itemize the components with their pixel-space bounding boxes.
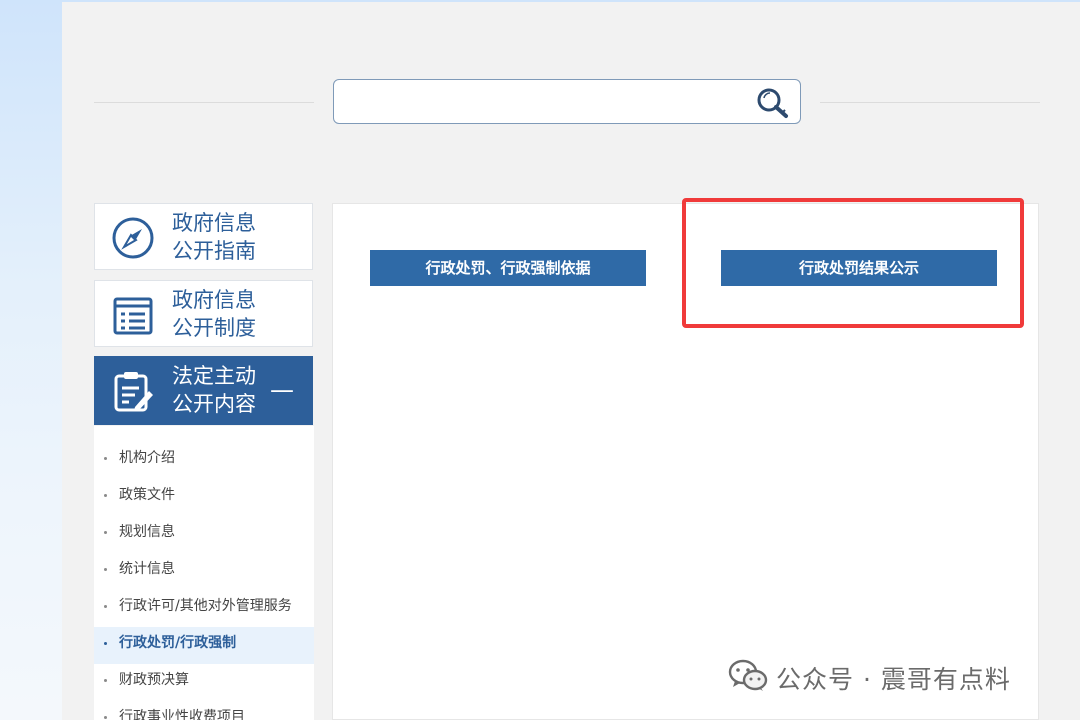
penalty-basis-button[interactable]: 行政处罚、行政强制依据 <box>370 250 646 286</box>
sidebar-card-title: 政府信息 公开制度 <box>172 288 256 340</box>
subnav-list: 机构介绍 政策文件 规划信息 统计信息 行政许可/其他对外管理服务 行政处罚/行… <box>94 426 314 720</box>
search-box <box>333 79 801 124</box>
sidebar-card-system[interactable]: 政府信息 公开制度 <box>94 280 313 347</box>
sidebar-card-title: 政府信息 公开指南 <box>172 211 256 263</box>
subnav-item-penalty-enforcement[interactable]: 行政处罚/行政强制 <box>94 627 314 664</box>
subnav-item-licensing[interactable]: 行政许可/其他对外管理服务 <box>94 590 314 627</box>
subnav-item-fees[interactable]: 行政事业性收费项目 <box>94 701 314 720</box>
list-document-icon <box>111 293 155 337</box>
watermark: 公众号 · 震哥有点料 <box>728 659 1011 697</box>
compass-icon <box>111 216 155 260</box>
search-divider-left <box>94 102 314 103</box>
subnav-item-planning[interactable]: 规划信息 <box>94 516 314 553</box>
subnav-item-organization[interactable]: 机构介绍 <box>94 442 314 479</box>
sidebar-card-guide[interactable]: 政府信息 公开指南 <box>94 203 313 270</box>
red-highlight-box <box>682 198 1024 328</box>
search-divider-right <box>820 102 1040 103</box>
collapse-toggle[interactable]: — <box>270 378 294 402</box>
wechat-icon <box>728 659 768 697</box>
subnav-item-budget[interactable]: 财政预决算 <box>94 664 314 701</box>
clipboard-edit-icon <box>111 369 155 413</box>
watermark-text: 公众号 · 震哥有点料 <box>776 665 1011 694</box>
sidebar-card-disclosure-content[interactable]: 法定主动 公开内容 — <box>94 356 313 425</box>
search-icon[interactable] <box>754 85 790 119</box>
subnav-item-statistics[interactable]: 统计信息 <box>94 553 314 590</box>
search-input[interactable] <box>344 86 748 118</box>
subnav-item-policy-documents[interactable]: 政策文件 <box>94 479 314 516</box>
